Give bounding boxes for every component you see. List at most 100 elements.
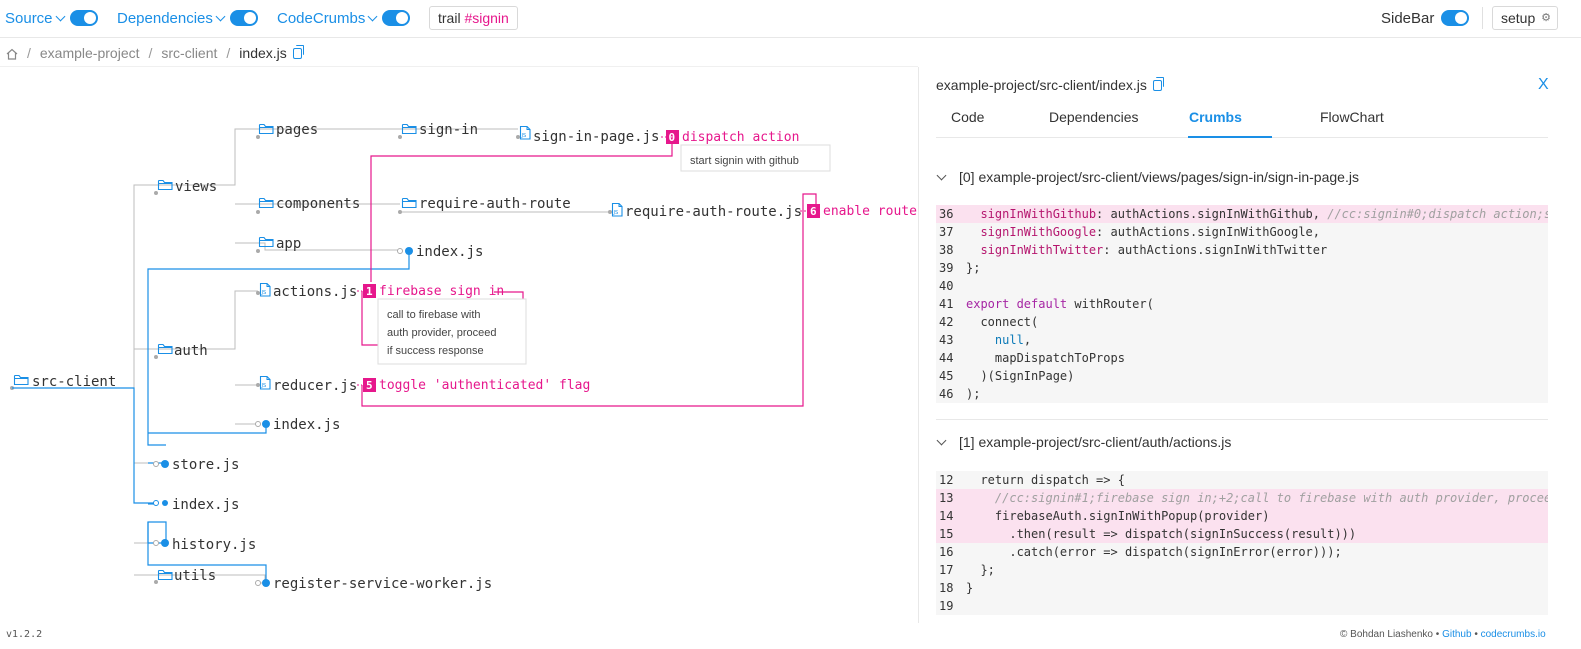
code-line: 13 //cc:signin#1;firebase sign in;+2;cal… (936, 489, 1548, 507)
crumb-detail: call to firebase with (387, 309, 481, 321)
code-line: 16 .catch(error => dispatch(signInError(… (939, 545, 1342, 559)
code-block: 12 return dispatch => { 13 //cc:signin#1… (936, 471, 1548, 615)
folder-icon (401, 197, 417, 209)
crumb-index: 1 (366, 285, 373, 298)
trail-selector[interactable]: trail #signin (429, 6, 518, 30)
chevron-down-icon[interactable] (367, 11, 378, 21)
source-label[interactable]: Source (5, 10, 53, 27)
node-index[interactable]: index.js (172, 497, 239, 513)
crumb-1[interactable]: 1 firebase sign in call to firebase with… (363, 284, 527, 365)
crumb-index: 5 (366, 379, 373, 392)
sidebar-panel: example-project/src-client/index.js X Co… (918, 67, 1581, 623)
chevron-down-icon[interactable] (55, 11, 65, 21)
crumb-6[interactable]: 6 enable route (807, 204, 917, 219)
panel-tabs: Code Dependencies Crumbs FlowChart (936, 101, 1548, 138)
crumb-5[interactable]: 5 toggle 'authenticated' flag (363, 378, 590, 393)
node-sign-in[interactable]: sign-in (419, 122, 478, 138)
dependency-edges (12, 251, 410, 583)
source-toggle[interactable] (69, 10, 98, 26)
gear-icon: ⚙ (1541, 12, 1551, 24)
node-app-index[interactable]: index.js (416, 244, 483, 260)
dependency-graph[interactable]: JS src-client views pages sign-in sign-i… (0, 67, 918, 623)
close-button[interactable]: X (1538, 76, 1549, 94)
source-control[interactable]: Source (5, 8, 98, 28)
sidebar-control[interactable]: SideBar (1381, 8, 1470, 28)
codecrumbs-toggle[interactable] (382, 10, 411, 26)
node-reducer[interactable]: reducer.js (273, 378, 357, 394)
tab-dependencies[interactable]: Dependencies (1049, 109, 1139, 125)
dependencies-toggle[interactable] (229, 10, 258, 26)
author-text: © Bohdan Liashenko • (1340, 629, 1440, 640)
code-line: 36 signInWithGithub: authActions.signInW… (936, 205, 1548, 223)
node-app[interactable]: app (276, 236, 301, 252)
codecrumbs-control[interactable]: CodeCrumbs (277, 8, 411, 28)
crumb-label: firebase sign in (379, 284, 504, 299)
dependencies-control[interactable]: Dependencies (117, 8, 258, 28)
node-history[interactable]: history.js (172, 537, 256, 553)
node-require-auth-route[interactable]: require-auth-route.js (625, 204, 802, 220)
version-label: v1.2.2 (6, 629, 43, 640)
setup-label: setup (1501, 10, 1536, 26)
copy-icon[interactable] (1152, 76, 1164, 91)
top-toolbar: Source Dependencies CodeCrumbs trail #si… (0, 0, 1581, 38)
node-sign-in-page[interactable]: sign-in-page.js (533, 129, 659, 145)
crumb-section-header[interactable]: [0] example-project/src-client/views/pag… (936, 169, 1359, 185)
code-line: 42 connect( (939, 315, 1039, 329)
code-line: 44 mapDispatchToProps (939, 351, 1125, 365)
node-actions[interactable]: actions.js (273, 284, 357, 300)
sidebar-toggle[interactable] (1441, 10, 1470, 26)
github-link[interactable]: Github (1442, 629, 1471, 640)
crumb-detail: start signin with github (690, 155, 799, 167)
code-line: 43 null, (939, 333, 1032, 347)
node-src-client[interactable]: src-client (32, 374, 116, 390)
copy-icon[interactable] (292, 44, 304, 59)
crumb-label: enable route (823, 204, 917, 219)
node-require-auth-route-dir[interactable]: require-auth-route (419, 196, 571, 212)
folder-icon (258, 236, 274, 248)
chevron-down-icon[interactable] (936, 170, 947, 180)
setup-button[interactable]: setup ⚙ (1492, 6, 1558, 30)
code-line: 41 export default withRouter( (939, 297, 1154, 311)
codecrumbs-label[interactable]: CodeCrumbs (277, 10, 365, 27)
tab-crumbs[interactable]: Crumbs (1189, 109, 1242, 125)
breadcrumb: / example-project / src-client / index.j… (6, 44, 304, 62)
breadcrumb-item[interactable]: example-project (40, 45, 140, 61)
crumb-index: 6 (810, 205, 817, 218)
tab-flowchart[interactable]: FlowChart (1320, 109, 1384, 125)
folder-icon (258, 197, 274, 209)
crumb-detail: auth provider, proceed (387, 327, 496, 339)
node-pages[interactable]: pages (276, 122, 318, 138)
home-icon[interactable] (6, 47, 18, 60)
crumb-index: 0 (669, 131, 676, 144)
crumb-label: toggle 'authenticated' flag (379, 378, 590, 393)
node-store[interactable]: store.js (172, 457, 239, 473)
node-register-sw[interactable]: register-service-worker.js (273, 576, 492, 592)
node-components[interactable]: components (276, 196, 360, 212)
chevron-down-icon[interactable] (936, 435, 947, 445)
breadcrumb-current: index.js (239, 45, 287, 61)
node-views[interactable]: views (175, 179, 217, 195)
file-icon (611, 202, 623, 217)
file-icon (519, 125, 531, 140)
site-link[interactable]: codecrumbs.io (1481, 629, 1546, 640)
dependencies-label[interactable]: Dependencies (117, 10, 213, 27)
code-line: 45 )(SignInPage) (939, 369, 1075, 383)
footer-credits: © Bohdan Liashenko • Github • codecrumbs… (1340, 629, 1546, 640)
node-auth-index[interactable]: index.js (273, 417, 340, 433)
file-icon (259, 375, 271, 390)
node-utils[interactable]: utils (174, 568, 216, 584)
panel-title: example-project/src-client/index.js (936, 76, 1164, 93)
chevron-down-icon[interactable] (215, 11, 226, 21)
code-line: 38 signInWithTwitter: authActions.signIn… (939, 243, 1328, 257)
toolbar-divider (1482, 7, 1483, 29)
code-line: 39}; (939, 261, 981, 275)
crumb-label: dispatch action (682, 130, 799, 145)
sidebar-label: SideBar (1381, 9, 1435, 27)
node-auth[interactable]: auth (174, 343, 208, 359)
breadcrumb-item[interactable]: src-client (161, 45, 217, 61)
code-line: 37 signInWithGoogle: authActions.signInW… (939, 225, 1321, 239)
crumb-section-header[interactable]: [1] example-project/src-client/auth/acti… (936, 434, 1231, 450)
panel-title-text: example-project/src-client/index.js (936, 77, 1147, 93)
tab-code[interactable]: Code (951, 109, 984, 125)
trail-label: trail (438, 10, 461, 26)
